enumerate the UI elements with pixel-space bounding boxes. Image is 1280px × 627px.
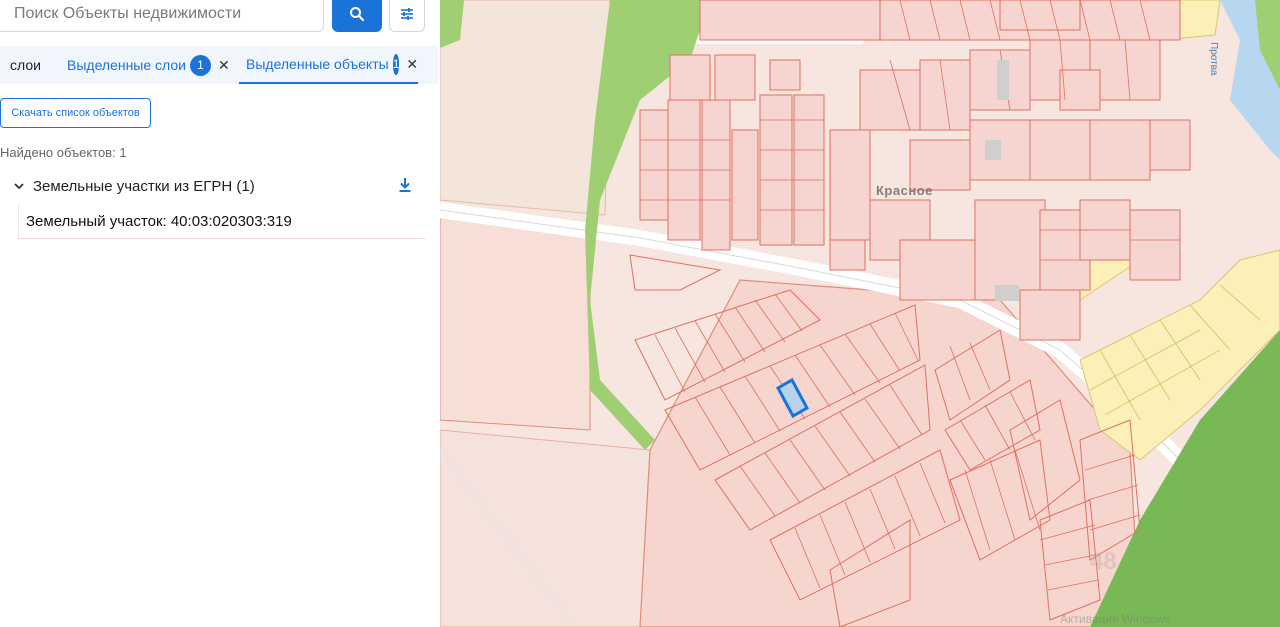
search-box	[0, 0, 324, 32]
tab-layers-label: слои	[10, 57, 41, 73]
tab-selected-objects-label: Выделенные объекты	[246, 56, 389, 72]
place-label: Красное	[876, 183, 933, 198]
close-icon[interactable]: ✕	[406, 56, 418, 73]
map-attribution: Активация Windows	[1060, 612, 1171, 626]
search-input[interactable]	[0, 0, 314, 31]
filter-button[interactable]	[389, 0, 425, 32]
map-view[interactable]: Красное Протва 48 Активация Windows	[440, 0, 1280, 627]
count-badge: 1	[189, 54, 211, 76]
chevron-down-icon[interactable]	[12, 179, 26, 193]
sliders-icon	[401, 8, 413, 20]
found-count: Найдено объектов: 1	[0, 145, 127, 160]
tab-selected-layers-label: Выделенные слои	[67, 57, 186, 73]
search-icon	[350, 7, 365, 22]
result-item[interactable]: Земельный участок: 40:03:020303:319	[18, 205, 426, 239]
tab-selected-layers[interactable]: Выделенные слои 1 ✕	[67, 46, 230, 84]
map-watermark: 48	[1090, 548, 1117, 575]
download-list-button[interactable]: Скачать список объектов	[0, 98, 151, 128]
tabs-bar: слои Выделенные слои 1 ✕ Выделенные объе…	[0, 46, 438, 84]
close-icon[interactable]: ✕	[218, 57, 230, 74]
search-button[interactable]	[332, 0, 382, 32]
download-icon[interactable]	[398, 177, 412, 193]
tab-layers[interactable]: слои	[10, 46, 41, 84]
results-group-title: Земельные участки из ЕГРН (1)	[33, 177, 255, 195]
result-item-label: Земельный участок: 40:03:020303:319	[26, 213, 292, 230]
count-badge: 1	[392, 53, 400, 75]
tab-selected-objects[interactable]: Выделенные объекты 1 ✕	[239, 46, 418, 84]
map-canvas[interactable]	[440, 0, 1280, 627]
left-panel: слои Выделенные слои 1 ✕ Выделенные объе…	[0, 0, 440, 627]
results-group-header[interactable]: Земельные участки из ЕГРН (1)	[12, 176, 428, 196]
river-label: Протва	[1208, 42, 1219, 76]
